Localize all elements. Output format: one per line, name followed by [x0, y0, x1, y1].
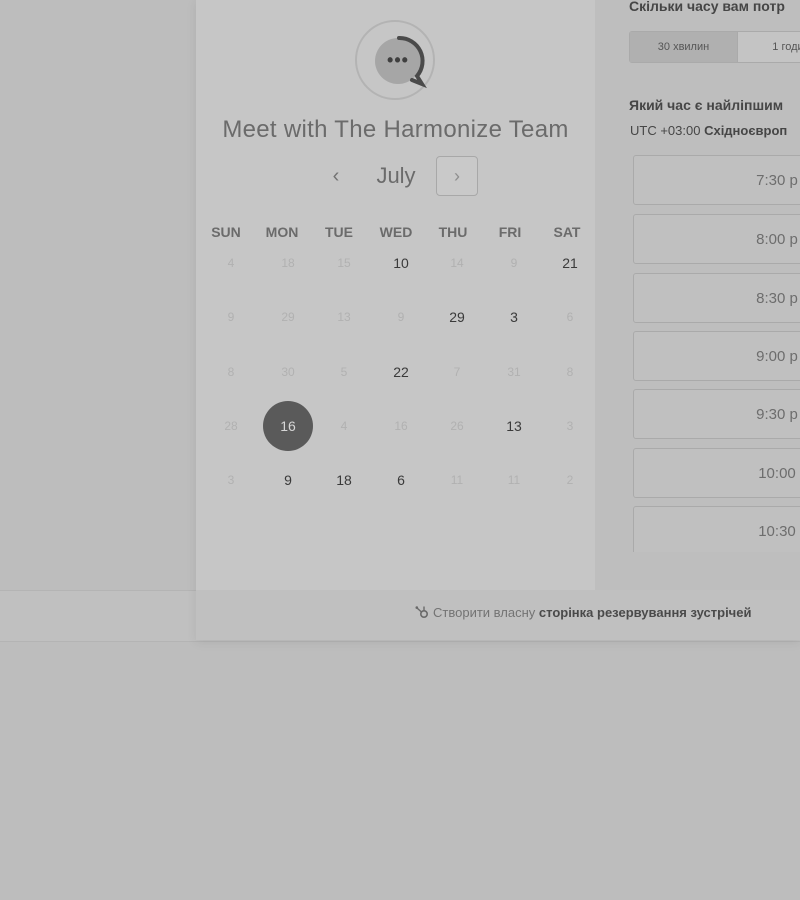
calendar-day-unavailable: 11	[507, 473, 521, 487]
calendar-day-unavailable: 13	[337, 310, 351, 324]
time-slot[interactable]: 9:00 p	[633, 331, 800, 381]
chevron-right-icon: ›	[454, 166, 460, 186]
calendar-day-unavailable: 8	[227, 365, 235, 379]
calendar-day-unavailable: 16	[394, 419, 408, 433]
calendar-day-unavailable: 2	[566, 473, 574, 487]
footer-create-link[interactable]: Створити власну сторінка резервування зу…	[414, 604, 751, 620]
footer-prefix: Створити власну	[433, 605, 536, 620]
weekday-label: FRI	[498, 224, 522, 240]
time-slot[interactable]: 10:00	[633, 448, 800, 498]
calendar-day-unavailable: 4	[227, 256, 235, 270]
calendar-day-available[interactable]: 21	[550, 253, 590, 273]
calendar-day-available[interactable]: 3	[494, 307, 534, 327]
time-slot-label: 8:00 p	[756, 231, 798, 248]
footer-link-text[interactable]: сторінка резервування зустрічей	[539, 605, 752, 620]
time-slot[interactable]: 10:30	[633, 506, 800, 552]
weekday-label: TUE	[325, 224, 353, 240]
calendar-day-available[interactable]: 10	[381, 253, 421, 273]
calendar-day-unavailable: 7	[453, 365, 461, 379]
time-slot-list[interactable]: 7:30 p 8:00 p 8:30 p 9:00 p 9:30 p 10:00…	[595, 155, 800, 552]
weekday-label: THU	[438, 224, 468, 240]
calendar-day-unavailable: 3	[566, 419, 574, 433]
calendar-day-unavailable: 28	[224, 419, 238, 433]
month-label: July	[376, 163, 416, 188]
selected-day[interactable]: 16	[263, 401, 313, 451]
duration-toggle: 30 хвилин 1 годи	[629, 31, 800, 63]
time-panel: Скільки часу вам потр 30 хвилин 1 годи Я…	[595, 0, 800, 590]
calendar-day-unavailable: 29	[281, 310, 295, 324]
timezone-offset: UTC +03:00	[630, 123, 701, 138]
calendar-day-unavailable: 18	[281, 256, 295, 270]
time-slot-label: 8:30 p	[756, 290, 798, 307]
weekday-label: WED	[379, 224, 413, 240]
timezone-label[interactable]: UTC +03:00 Східноєвроп	[630, 123, 787, 138]
time-slot-label: 10:00	[758, 465, 796, 482]
time-slot[interactable]: 8:00 p	[633, 214, 800, 264]
time-slot[interactable]: 7:30 p	[633, 155, 800, 205]
time-slot[interactable]: 8:30 p	[633, 273, 800, 323]
duration-60-button[interactable]: 1 годи	[738, 32, 800, 62]
prev-month-button[interactable]: ‹	[322, 162, 350, 190]
calendar-day-available[interactable]: 6	[381, 470, 421, 490]
weekday-label: SAT	[553, 224, 581, 240]
time-slot-label: 9:00 p	[756, 348, 798, 365]
calendar-day-available[interactable]: 9	[268, 470, 308, 490]
calendar-day-unavailable: 9	[227, 310, 235, 324]
calendar-day-unavailable: 9	[510, 256, 518, 270]
calendar-day-unavailable: 4	[340, 419, 348, 433]
calendar-day-unavailable: 9	[397, 310, 405, 324]
duration-question: Скільки часу вам потр	[629, 0, 785, 14]
calendar-day-unavailable: 14	[450, 256, 464, 270]
next-month-button[interactable]: ›	[436, 156, 478, 196]
calendar-day-unavailable: 30	[281, 365, 295, 379]
calendar-day-unavailable: 15	[337, 256, 351, 270]
weekday-label: SUN	[211, 224, 241, 240]
time-slot-label: 7:30 p	[756, 172, 798, 189]
duration-30-button[interactable]: 30 хвилин	[630, 32, 738, 62]
dots-icon: •••	[387, 50, 409, 70]
time-slot[interactable]: 9:30 p	[633, 389, 800, 439]
calendar-day-unavailable: 11	[450, 473, 464, 487]
calendar-day-unavailable: 6	[566, 310, 574, 324]
calendar-day-available[interactable]: 18	[324, 470, 364, 490]
calendar-day-available[interactable]: 13	[494, 416, 534, 436]
page-title: Meet with The Harmonize Team	[222, 116, 569, 143]
time-question: Який час є найліпшим	[629, 97, 784, 113]
calendar-day-unavailable: 8	[566, 365, 574, 379]
weekday-label: MON	[265, 224, 299, 240]
calendar-day-available[interactable]: 29	[437, 307, 477, 327]
timezone-name: Східноєвроп	[704, 123, 788, 138]
calendar-day-available[interactable]: 22	[381, 362, 421, 382]
time-slot-label: 10:30	[758, 523, 796, 540]
calendar-day-unavailable: 3	[227, 473, 235, 487]
calendar-day-unavailable: 5	[340, 365, 348, 379]
hubspot-sprocket-icon	[415, 606, 429, 619]
calendar-day-unavailable: 26	[450, 419, 464, 433]
chevron-left-icon: ‹	[332, 165, 340, 187]
calendar-day-unavailable: 31	[507, 365, 521, 379]
time-slot-label: 9:30 p	[756, 406, 798, 423]
